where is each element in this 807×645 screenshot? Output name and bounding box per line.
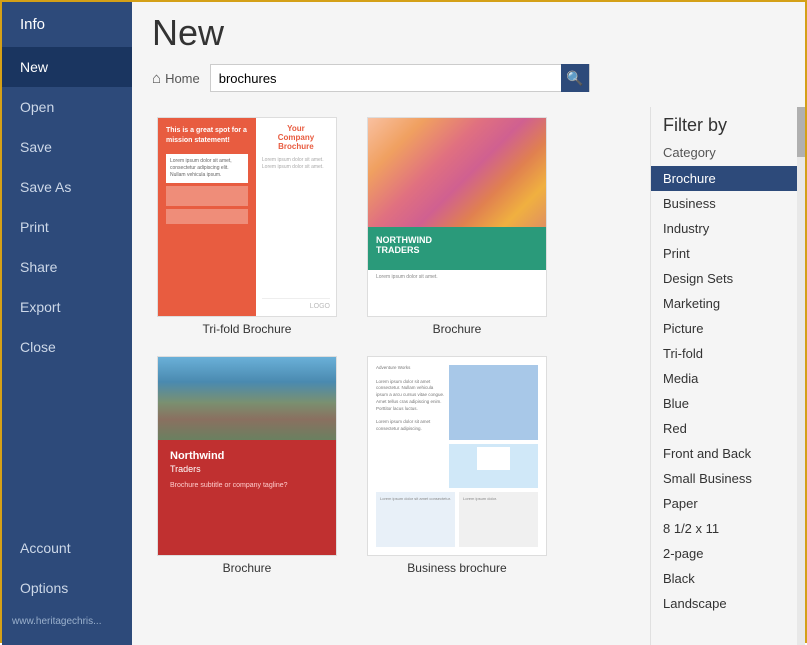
search-input[interactable] bbox=[211, 65, 561, 91]
sidebar-item-open[interactable]: Open bbox=[2, 87, 132, 127]
sidebar-bottom: Account Options www.heritagechris... bbox=[2, 528, 132, 645]
template-trifold-label: Tri-fold Brochure bbox=[203, 322, 292, 336]
sidebar-item-new[interactable]: New bbox=[2, 47, 132, 87]
filter-item-small-business[interactable]: Small Business bbox=[651, 466, 805, 491]
trifold-thumb: This is a great spot for a mission state… bbox=[157, 117, 337, 317]
filter-item-print[interactable]: Print bbox=[651, 241, 805, 266]
main-header: New ⌂ Home 🔍 bbox=[132, 2, 805, 107]
brochure3-thumb: Northwind Traders Brochure subtitle or c… bbox=[157, 356, 337, 556]
filter-item-8-1/2-x-11[interactable]: 8 1/2 x 11 bbox=[651, 516, 805, 541]
templates-grid: This is a great spot for a mission state… bbox=[132, 107, 650, 645]
main-content: New ⌂ Home 🔍 This is a great spot for a … bbox=[132, 2, 805, 645]
search-row: ⌂ Home 🔍 bbox=[152, 64, 785, 92]
filter-item-black[interactable]: Black bbox=[651, 566, 805, 591]
filter-item-picture[interactable]: Picture bbox=[651, 316, 805, 341]
home-icon: ⌂ bbox=[152, 70, 161, 87]
template-brochure2[interactable]: NORTHWINDTRADERS Lorem ipsum dolor sit a… bbox=[362, 117, 552, 336]
filter-item-industry[interactable]: Industry bbox=[651, 216, 805, 241]
search-button[interactable]: 🔍 bbox=[561, 64, 589, 92]
sidebar: Info New Open Save Save As Print Share E… bbox=[2, 2, 132, 645]
filter-item-media[interactable]: Media bbox=[651, 366, 805, 391]
filter-panel: Filter by Category BrochureBusinessIndus… bbox=[650, 107, 805, 645]
sidebar-item-export[interactable]: Export bbox=[2, 287, 132, 327]
sidebar-item-save[interactable]: Save bbox=[2, 127, 132, 167]
page-title: New bbox=[152, 12, 785, 54]
sidebar-item-share[interactable]: Share bbox=[2, 247, 132, 287]
search-box: 🔍 bbox=[210, 64, 590, 92]
filter-item-landscape[interactable]: Landscape bbox=[651, 591, 805, 616]
sidebar-url: www.heritagechris... bbox=[2, 608, 132, 635]
template-brochure2-label: Brochure bbox=[433, 322, 482, 336]
filter-category-label: Category bbox=[651, 141, 805, 166]
filter-item-red[interactable]: Red bbox=[651, 416, 805, 441]
template-business[interactable]: Adventure Works Lorem ipsum dolor sit am… bbox=[362, 356, 552, 575]
template-brochure3[interactable]: Northwind Traders Brochure subtitle or c… bbox=[152, 356, 342, 575]
home-label: Home bbox=[165, 71, 200, 86]
sidebar-item-print[interactable]: Print bbox=[2, 207, 132, 247]
templates-container: This is a great spot for a mission state… bbox=[132, 107, 805, 645]
filter-item-brochure[interactable]: Brochure bbox=[651, 166, 805, 191]
template-trifold[interactable]: This is a great spot for a mission state… bbox=[152, 117, 342, 336]
sidebar-item-close[interactable]: Close bbox=[2, 327, 132, 367]
filter-item-paper[interactable]: Paper bbox=[651, 491, 805, 516]
filter-item-front-and-back[interactable]: Front and Back bbox=[651, 441, 805, 466]
sidebar-item-info[interactable]: Info bbox=[2, 2, 132, 47]
template-brochure3-label: Brochure bbox=[223, 561, 272, 575]
filter-item-blue[interactable]: Blue bbox=[651, 391, 805, 416]
template-business-label: Business brochure bbox=[407, 561, 506, 575]
sidebar-item-save-as[interactable]: Save As bbox=[2, 167, 132, 207]
business-thumb: Adventure Works Lorem ipsum dolor sit am… bbox=[367, 356, 547, 556]
filter-item-business[interactable]: Business bbox=[651, 191, 805, 216]
filter-items-container: BrochureBusinessIndustryPrintDesign Sets… bbox=[651, 166, 805, 616]
filter-title: Filter by bbox=[651, 115, 805, 141]
sidebar-item-account[interactable]: Account bbox=[2, 528, 132, 568]
filter-item-marketing[interactable]: Marketing bbox=[651, 291, 805, 316]
brochure2-thumb: NORTHWINDTRADERS Lorem ipsum dolor sit a… bbox=[367, 117, 547, 317]
sidebar-item-options[interactable]: Options bbox=[2, 568, 132, 608]
home-link[interactable]: ⌂ Home bbox=[152, 70, 200, 87]
filter-item-tri-fold[interactable]: Tri-fold bbox=[651, 341, 805, 366]
filter-item-2-page[interactable]: 2-page bbox=[651, 541, 805, 566]
filter-item-design-sets[interactable]: Design Sets bbox=[651, 266, 805, 291]
